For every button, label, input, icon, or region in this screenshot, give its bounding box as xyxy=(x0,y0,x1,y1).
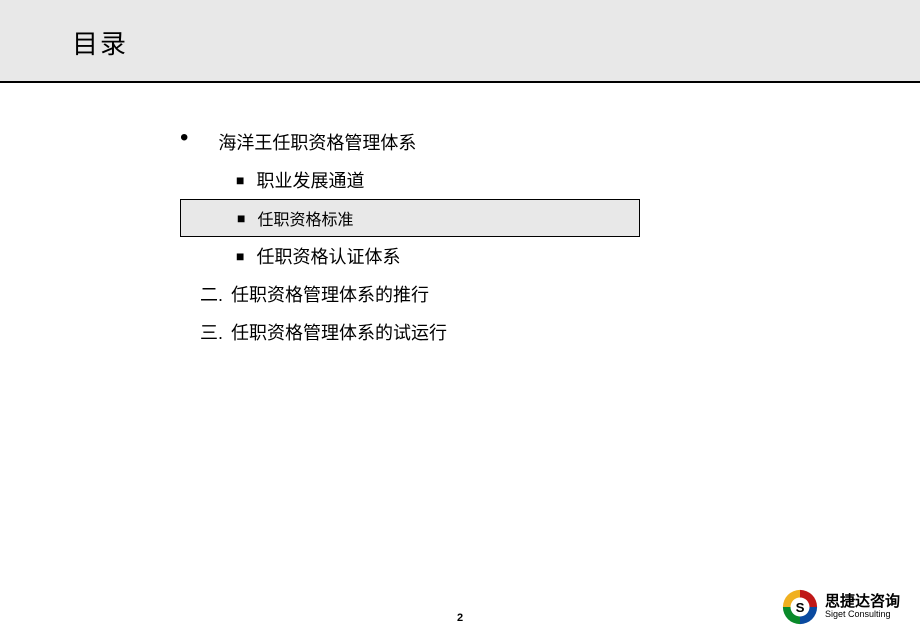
brand-logo: S 思捷达咨询 Siget Consulting xyxy=(781,588,900,626)
toc-item-1: • 海洋王任职资格管理体系 xyxy=(180,123,920,161)
toc-item-3-label: 任职资格管理体系的试运行 xyxy=(231,319,447,345)
bullet-square-icon: ■ xyxy=(236,172,244,188)
toc-item-2: 二. 任职资格管理体系的推行 xyxy=(180,275,920,313)
toc-item-3-num: 三. xyxy=(200,319,223,345)
svg-text:S: S xyxy=(796,600,805,615)
page-title: 目录 xyxy=(72,24,920,61)
slide-header: 目录 xyxy=(0,0,920,83)
bullet-square-icon: ■ xyxy=(237,210,245,226)
toc-item-1-label: 海洋王任职资格管理体系 xyxy=(218,129,416,155)
bullet-disc-icon: • xyxy=(180,126,188,150)
toc-sub-3: ■ 任职资格认证体系 xyxy=(180,237,920,275)
toc-item-3: 三. 任职资格管理体系的试运行 xyxy=(180,313,920,351)
toc-sub-1-label: 职业发展通道 xyxy=(256,167,364,193)
page-number: 2 xyxy=(457,612,463,624)
toc-sub-3-label: 任职资格认证体系 xyxy=(256,243,400,269)
logo-en-text: Siget Consulting xyxy=(825,610,900,620)
toc-content: • 海洋王任职资格管理体系 ■ 职业发展通道 ■ 任职资格标准 ■ 任职资格认证… xyxy=(0,83,920,351)
toc-sub-2-highlight: ■ 任职资格标准 xyxy=(180,199,640,237)
toc-item-2-label: 任职资格管理体系的推行 xyxy=(231,281,429,307)
toc-item-2-num: 二. xyxy=(200,281,223,307)
logo-cn-text: 思捷达咨询 xyxy=(825,594,900,611)
logo-icon: S xyxy=(781,588,819,626)
logo-text: 思捷达咨询 Siget Consulting xyxy=(825,594,900,620)
toc-sub-1: ■ 职业发展通道 xyxy=(180,161,920,199)
toc-sub-2-label: 任职资格标准 xyxy=(257,206,353,230)
bullet-square-icon: ■ xyxy=(236,248,244,264)
